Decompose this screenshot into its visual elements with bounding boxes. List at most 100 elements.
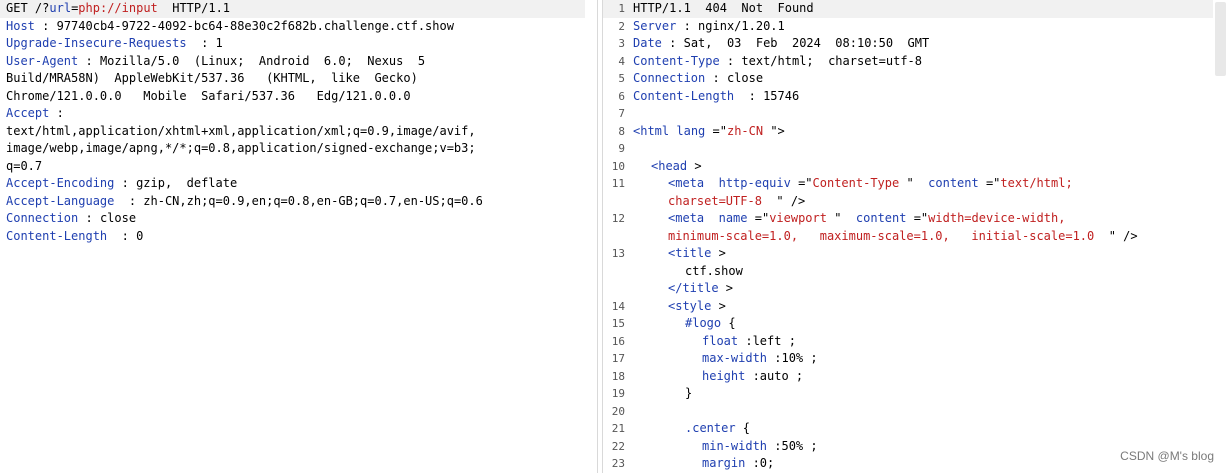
code-token: =": [705, 123, 727, 138]
line-number: 21: [611, 422, 625, 435]
response-line[interactable]: 15 #logo {: [603, 315, 1213, 333]
code-token: {: [735, 421, 751, 435]
meta-tag: <meta http-equiv ="Content-Type " conten…: [668, 175, 1073, 193]
header-value: close: [99, 211, 137, 225]
header-name: User-Agent: [6, 53, 79, 68]
response-line[interactable]: 3 Date : Sat, 03 Feb 2024 08:10:50 GMT: [603, 35, 1213, 53]
header-name: Host: [6, 18, 35, 33]
header-name: Connection: [6, 211, 79, 225]
response-line[interactable]: charset=UTF-8 " />: [603, 193, 1213, 211]
header-name: Accept: [6, 106, 50, 120]
response-line[interactable]: 14 <style >: [603, 298, 1213, 316]
code-token: html: [640, 123, 670, 138]
response-line[interactable]: 20: [603, 403, 1213, 421]
code-token: ": [899, 176, 921, 190]
response-line[interactable]: 6 Content-Length : 15746: [603, 88, 1213, 106]
request-header-continuation[interactable]: text/html,application/xhtml+xml,applicat…: [0, 123, 597, 141]
response-line[interactable]: 16 float :left ;: [603, 333, 1213, 351]
response-line[interactable]: 1 HTTP/1.1 404 Not Found: [603, 0, 1213, 18]
css-declaration: min-width :50% ;: [702, 438, 818, 456]
response-line[interactable]: 2 Server : nginx/1.20.1: [603, 18, 1213, 36]
response-line[interactable]: 4 Content-Type : text/html; charset=utf-8: [603, 53, 1213, 71]
header-separator: :: [114, 193, 144, 208]
request-header-line[interactable]: Accept :: [0, 105, 597, 123]
style-open-tag: <style >: [668, 298, 726, 316]
line-number: 18: [611, 369, 625, 383]
response-line[interactable]: 8 <html lang ="zh-CN ">: [603, 123, 1213, 141]
header-value: text/html,application/xhtml+xml,applicat…: [6, 123, 476, 138]
code-token: minimum-scale=1.0, maximum-scale=1.0, in…: [668, 228, 1095, 243]
request-header-continuation[interactable]: q=0.7: [0, 158, 597, 176]
line-number: 11: [611, 177, 625, 190]
response-line[interactable]: ctf.show: [603, 263, 1213, 281]
response-line[interactable]: 10 <head >: [603, 158, 1213, 176]
response-line[interactable]: 21 .center {: [603, 420, 1213, 438]
response-line[interactable]: 5 Connection : close: [603, 70, 1213, 88]
request-header-line[interactable]: Accept-Encoding : gzip, deflate: [0, 175, 597, 193]
request-header-line[interactable]: Content-Length : 0: [0, 228, 597, 246]
css-selector-line: #logo {: [685, 315, 736, 333]
code-token: :left ;: [738, 333, 796, 348]
response-line[interactable]: minimum-scale=1.0, maximum-scale=1.0, in…: [603, 228, 1213, 246]
response-line[interactable]: 7: [603, 105, 1213, 123]
response-pane[interactable]: 1 HTTP/1.1 404 Not Found 2 Server : nginx/…: [602, 0, 1228, 473]
response-line[interactable]: 17 max-width :10% ;: [603, 350, 1213, 368]
header-value: Build/MRA58N) AppleWebKit/537.36 (KHTML,…: [6, 71, 418, 85]
response-code-view[interactable]: 1 HTTP/1.1 404 Not Found 2 Server : nginx/…: [603, 0, 1213, 473]
code-token: {: [721, 316, 736, 330]
header-separator: :: [114, 176, 137, 190]
line-number: 15: [611, 317, 625, 330]
code-token: max-width: [702, 351, 768, 365]
css-declaration: max-width :10% ;: [702, 350, 818, 368]
code-token: :10% ;: [767, 351, 818, 365]
header-value: zh-CN,zh;q=0.9,en;q=0.8,en-GB;q=0.7,en-U…: [143, 193, 483, 208]
code-token: >: [718, 281, 734, 295]
request-line[interactable]: GET /?url=php://input HTTP/1.1: [0, 0, 585, 18]
request-header-line[interactable]: Accept-Language : zh-CN,zh;q=0.9,en;q=0.…: [0, 193, 597, 211]
title-close-tag: </title >: [668, 280, 733, 298]
css-declaration: float :left ;: [702, 333, 796, 351]
response-line[interactable]: 9: [603, 140, 1213, 158]
response-line[interactable]: 19}: [603, 385, 1213, 403]
response-line[interactable]: 11 <meta http-equiv ="Content-Type " cont…: [603, 175, 1213, 193]
request-header-line[interactable]: User-Agent : Mozilla/5.0 (Linux; Android…: [0, 53, 597, 71]
code-token: name: [718, 211, 748, 225]
response-line[interactable]: 12 <meta name ="viewport " content ="widt…: [603, 210, 1213, 228]
line-number: 4: [618, 54, 625, 68]
code-token: height: [702, 368, 746, 383]
meta-tag-continuation: charset=UTF-8 " />: [668, 193, 805, 211]
request-protocol: HTTP/1.1: [157, 1, 231, 15]
code-token: meta: [675, 176, 705, 190]
request-header-continuation[interactable]: image/webp,image/apng,*/*;q=0.8,applicat…: [0, 140, 597, 158]
header-value: text/html; charset=utf-8: [741, 53, 923, 68]
response-line[interactable]: 18 height :auto ;: [603, 368, 1213, 386]
header-separator: :: [734, 88, 764, 103]
code-token: :0;: [745, 456, 775, 470]
meta-tag: <meta name ="viewport " content ="width=…: [668, 210, 1065, 228]
code-token: >: [687, 158, 702, 173]
line-number: 12: [611, 212, 625, 225]
response-line[interactable]: </title >: [603, 280, 1213, 298]
response-line[interactable]: 13 <title >: [603, 245, 1213, 263]
css-close-brace: }: [685, 386, 693, 400]
request-header-line[interactable]: Connection : close: [0, 210, 597, 228]
request-header-continuation[interactable]: Build/MRA58N) AppleWebKit/537.36 (KHTML,…: [0, 70, 597, 88]
request-method: GET: [6, 1, 28, 15]
request-pane[interactable]: GET /?url=php://input HTTP/1.1 Host : 97…: [0, 0, 598, 473]
request-header-line[interactable]: Upgrade-Insecure-Requests : 1: [0, 35, 597, 53]
css-selector-line: .center {: [685, 420, 750, 438]
header-separator: :: [661, 36, 684, 50]
request-header-continuation[interactable]: Chrome/121.0.0.0 Mobile Safari/537.36 Ed…: [0, 88, 597, 106]
line-number: 7: [618, 107, 625, 120]
header-separator: :: [676, 18, 699, 33]
request-header-line[interactable]: Host : 97740cb4-9722-4092-bc64-88e30c2f6…: [0, 18, 597, 36]
request-path-prefix: /?: [27, 1, 50, 15]
code-token: >: [711, 246, 726, 260]
code-token: #logo: [685, 316, 722, 330]
line-number: 13: [611, 247, 625, 260]
code-token: ">: [763, 123, 785, 138]
query-param-name: url: [49, 1, 72, 15]
vertical-scrollbar[interactable]: [1215, 2, 1226, 76]
code-token: style: [675, 298, 712, 313]
header-value: Sat, 03 Feb 2024 08:10:50 GMT: [683, 36, 930, 50]
